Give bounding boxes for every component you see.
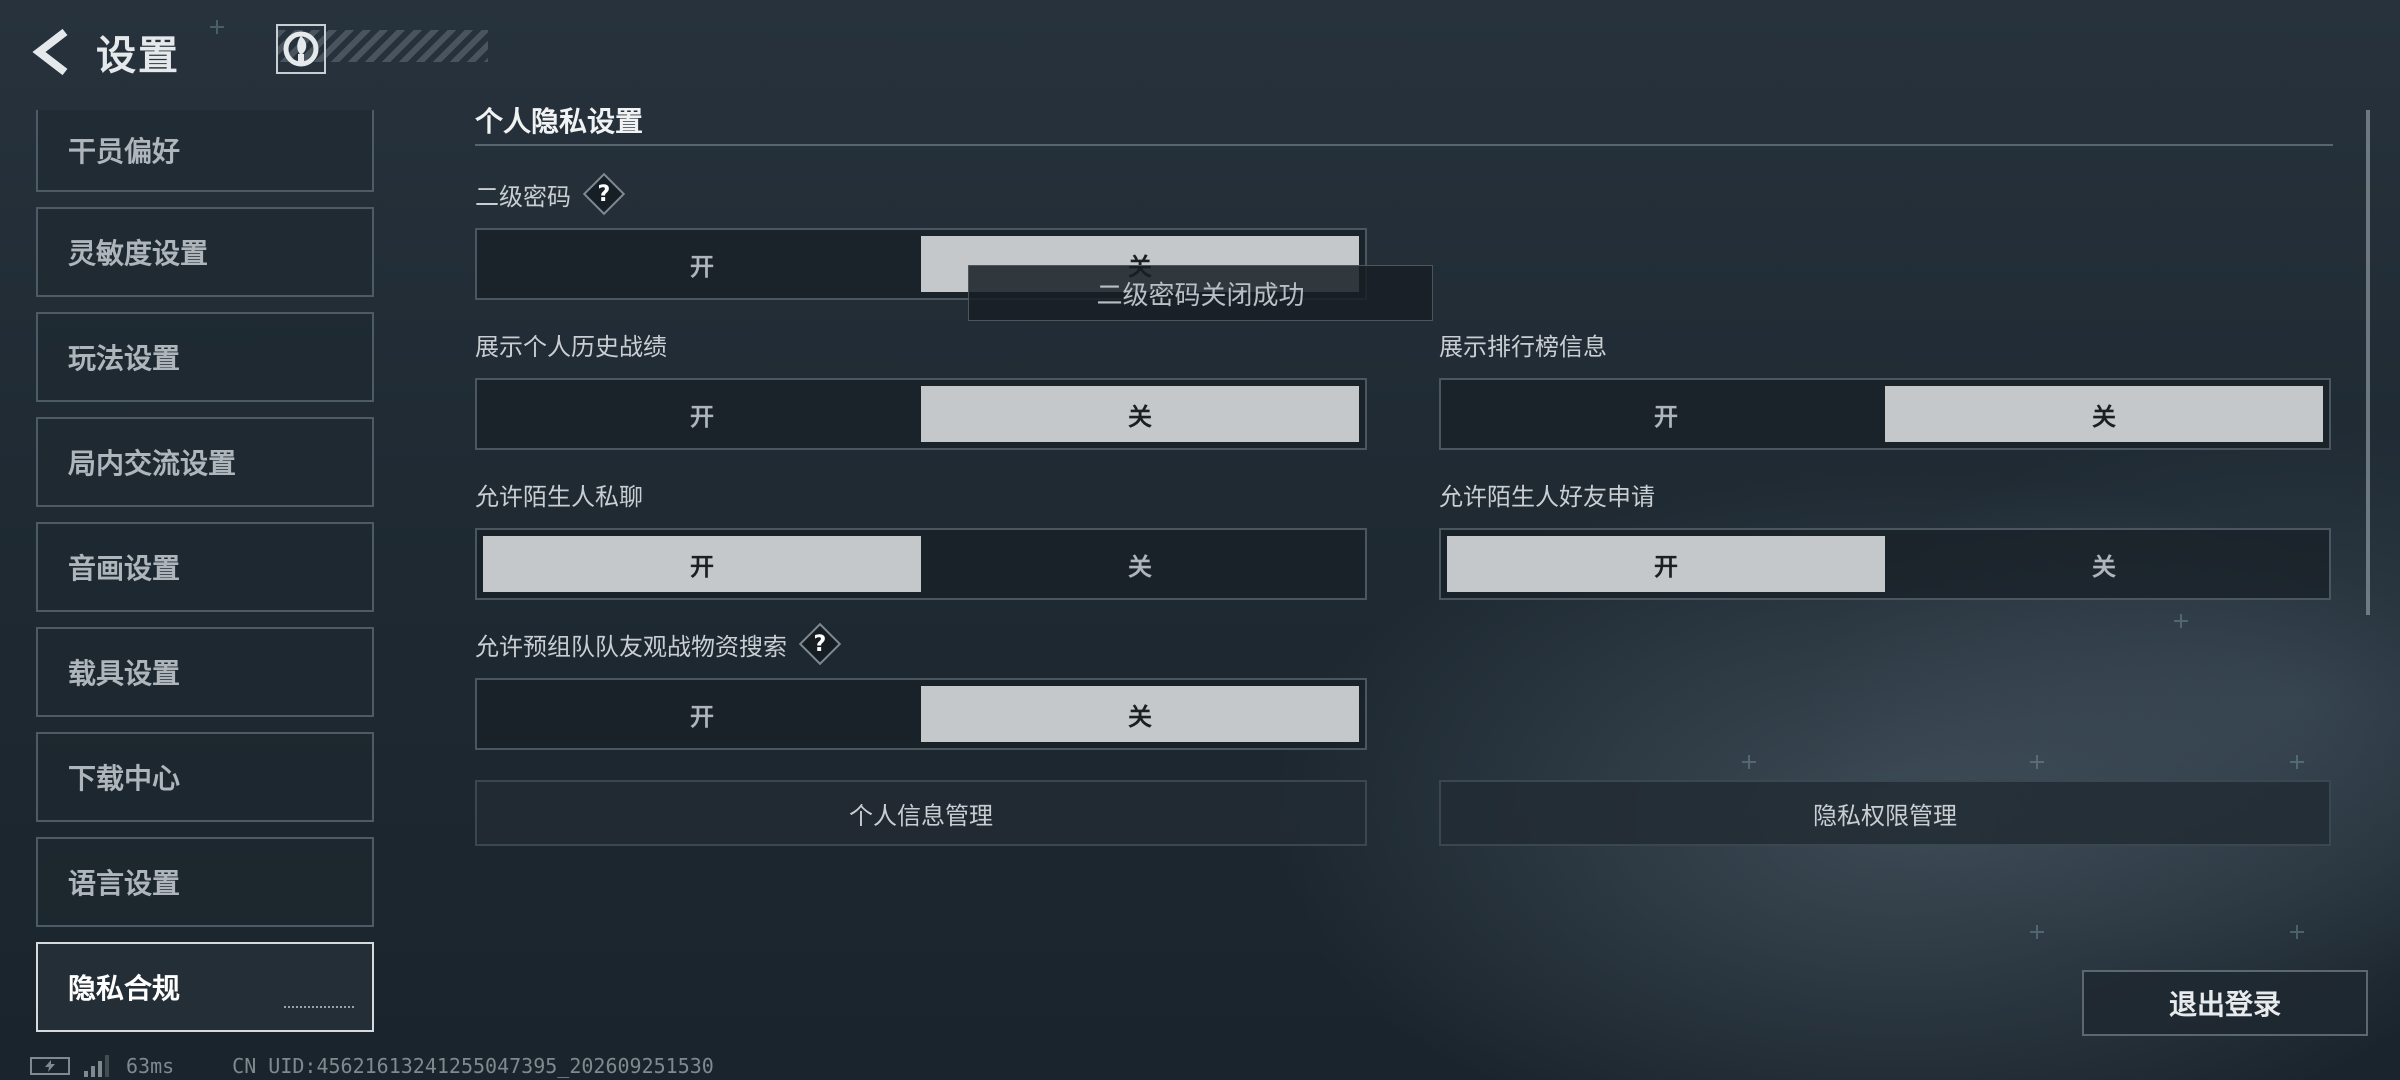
toggle-on-option[interactable]: 开 xyxy=(1447,386,1885,442)
toggle-show-history: 开 关 xyxy=(475,378,1367,450)
sidebar-item-label: 载具设置 xyxy=(68,657,181,690)
decor-cross xyxy=(1742,755,1756,769)
setting-label: 允许陌生人私聊 xyxy=(475,482,643,511)
sidebar-item-audio-video[interactable]: 音画设置 xyxy=(36,522,374,612)
sidebar-item-download-center[interactable]: 下载中心 xyxy=(36,732,374,822)
setting-show-history: 展示个人历史战绩 开 关 xyxy=(475,326,1367,450)
decor-cross xyxy=(210,20,224,34)
sidebar-item-label: 干员偏好 xyxy=(68,135,181,168)
decor-cross xyxy=(2174,614,2188,628)
toast-message: 二级密码关闭成功 xyxy=(968,265,1433,321)
toggle-off-option[interactable]: 关 xyxy=(921,536,1359,592)
setting-label: 展示个人历史战绩 xyxy=(475,332,667,361)
setting-label: 允许预组队队友观战物资搜索 xyxy=(475,632,787,661)
signal-icon xyxy=(84,1055,112,1077)
sidebar-item-label: 玩法设置 xyxy=(68,342,181,375)
help-icon[interactable]: ? xyxy=(798,622,842,666)
sidebar-item-label: 下载中心 xyxy=(68,762,181,795)
toggle-stranger-chat: 开 关 xyxy=(475,528,1367,600)
toggle-stranger-friend-request: 开 关 xyxy=(1439,528,2331,600)
toggle-off-option[interactable]: 关 xyxy=(1885,536,2323,592)
sidebar-item-label: 灵敏度设置 xyxy=(68,237,209,270)
toggle-team-spectate-search: 开 关 xyxy=(475,678,1367,750)
top-header: 设置 xyxy=(28,22,488,82)
decor-cross xyxy=(2030,925,2044,939)
setting-stranger-friend-request: 允许陌生人好友申请 开 关 xyxy=(1439,476,2331,600)
back-arrow-icon xyxy=(32,28,68,76)
sidebar-item-vehicle[interactable]: 载具设置 xyxy=(36,627,374,717)
battery-icon xyxy=(30,1057,70,1075)
status-bar: 63ms CN UID:45621613241255047395_2026092… xyxy=(30,1054,714,1078)
decor-cross xyxy=(2290,925,2304,939)
setting-stranger-chat: 允许陌生人私聊 开 关 xyxy=(475,476,1367,600)
toggle-on-option[interactable]: 开 xyxy=(483,236,921,292)
setting-label: 二级密码 xyxy=(475,182,571,211)
sidebar-item-operator-preference[interactable]: 干员偏好 xyxy=(36,110,374,192)
setting-label: 展示排行榜信息 xyxy=(1439,332,1607,361)
toggle-on-option[interactable]: 开 xyxy=(483,686,921,742)
section-title: 个人隐私设置 xyxy=(475,105,644,138)
setting-label: 允许陌生人好友申请 xyxy=(1439,482,1655,511)
setting-show-leaderboard: 展示排行榜信息 开 关 xyxy=(1439,326,2331,450)
personal-info-management-button[interactable]: 个人信息管理 xyxy=(475,780,1367,846)
help-icon[interactable]: ? xyxy=(582,172,626,216)
sidebar-item-privacy-compliance[interactable]: 隐私合规 xyxy=(36,942,374,1032)
scrollbar[interactable] xyxy=(2366,110,2370,615)
uid-text: CN UID:45621613241255047395_202609251530 xyxy=(232,1054,714,1078)
back-button[interactable] xyxy=(28,26,74,78)
sidebar-item-sensitivity[interactable]: 灵敏度设置 xyxy=(36,207,374,297)
sidebar-item-in-game-communication[interactable]: 局内交流设置 xyxy=(36,417,374,507)
section-divider xyxy=(475,144,2333,146)
privacy-permission-management-button[interactable]: 隐私权限管理 xyxy=(1439,780,2331,846)
toggle-on-option[interactable]: 开 xyxy=(483,386,921,442)
sidebar-item-label: 局内交流设置 xyxy=(68,447,237,480)
toggle-off-option[interactable]: 关 xyxy=(921,386,1359,442)
toggle-show-leaderboard: 开 关 xyxy=(1439,378,2331,450)
decor-cross xyxy=(2030,755,2044,769)
privacy-settings-panel: 个人隐私设置 xyxy=(475,100,2335,146)
toggle-off-option[interactable]: 关 xyxy=(921,686,1359,742)
game-logo-icon xyxy=(276,24,326,74)
sidebar-item-label: 语言设置 xyxy=(68,867,181,900)
page-title: 设置 xyxy=(96,33,180,79)
sidebar-item-gameplay[interactable]: 玩法设置 xyxy=(36,312,374,402)
sidebar-item-label: 隐私合规 xyxy=(68,972,181,1005)
ping-value: 63ms xyxy=(126,1054,175,1078)
logout-button[interactable]: 退出登录 xyxy=(2082,970,2368,1036)
toggle-on-option[interactable]: 开 xyxy=(483,536,921,592)
setting-team-spectate-search: 允许预组队队友观战物资搜索 ? 开 关 xyxy=(475,622,1367,750)
decor-cross xyxy=(2290,755,2304,769)
toggle-on-option[interactable]: 开 xyxy=(1447,536,1885,592)
sidebar-item-language[interactable]: 语言设置 xyxy=(36,837,374,927)
settings-sidebar: 干员偏好 灵敏度设置 玩法设置 局内交流设置 音画设置 载具设置 下载中心 语言… xyxy=(36,110,374,1047)
toggle-off-option[interactable]: 关 xyxy=(1885,386,2323,442)
sidebar-item-label: 音画设置 xyxy=(68,552,181,585)
